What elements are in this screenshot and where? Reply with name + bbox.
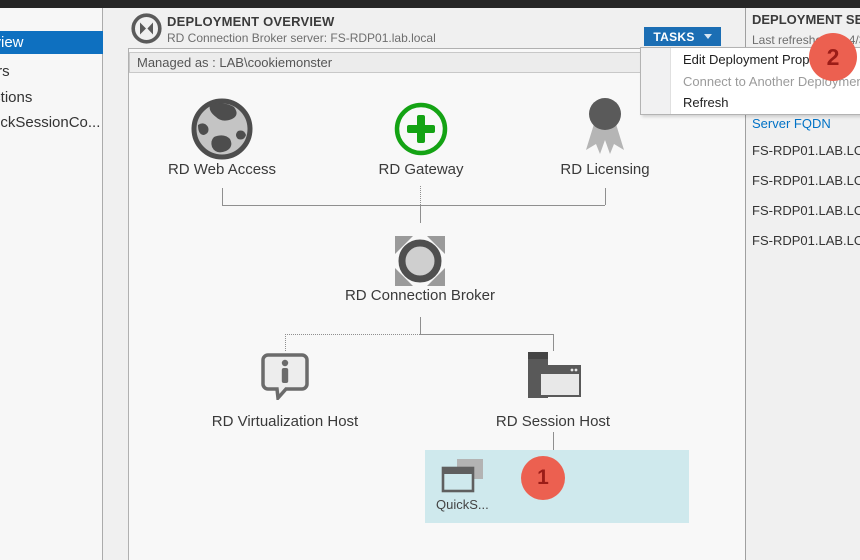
connector (420, 334, 553, 335)
connector (420, 205, 421, 223)
rds-nav-sidebar: Overview Servers Collections QuickSessio… (0, 8, 103, 560)
chevron-down-icon (704, 34, 712, 39)
sidebar-item-servers[interactable]: Servers (0, 62, 103, 82)
server-window-icon[interactable] (526, 352, 582, 400)
menu-item-refresh[interactable]: Refresh (641, 92, 860, 113)
plus-circle-icon[interactable] (393, 101, 449, 157)
node-label-connection-broker: RD Connection Broker (320, 287, 520, 304)
connector (605, 188, 606, 205)
connector-dotted (285, 334, 286, 351)
sidebar-item-collections[interactable]: Collections (0, 88, 103, 108)
server-row[interactable]: FS-RDP01.LAB.LOCAL (752, 143, 860, 158)
broker-icon[interactable] (389, 230, 451, 292)
rds-logo-icon (130, 12, 163, 45)
sidebar-item-quicksessioncollection[interactable]: QuickSessionCo... (0, 113, 103, 133)
page-title: DEPLOYMENT OVERVIEW (167, 14, 335, 29)
collection-label: QuickS... (436, 497, 489, 512)
connector (222, 188, 223, 205)
annotation-badge-1: 1 (521, 456, 565, 500)
annotation-badge-2: 2 (809, 33, 857, 81)
column-header-server-fqdn[interactable]: Server FQDN (752, 116, 831, 131)
node-label-session-host: RD Session Host (453, 413, 653, 430)
collection-windows-icon (441, 459, 487, 497)
connector (222, 205, 605, 206)
connector (553, 432, 554, 450)
node-label-web-access: RD Web Access (142, 161, 302, 178)
deployment-servers-title: DEPLOYMENT SERVERS (752, 12, 860, 27)
connector (553, 334, 554, 351)
certificate-icon[interactable] (580, 96, 630, 158)
server-row[interactable]: FS-RDP01.LAB.LOCAL (752, 233, 860, 248)
node-label-gateway: RD Gateway (341, 161, 501, 178)
node-label-licensing: RD Licensing (525, 161, 685, 178)
node-label-virtualization-host: RD Virtualization Host (185, 413, 385, 430)
connector-dotted (285, 334, 420, 335)
globe-icon[interactable] (190, 97, 254, 161)
server-row[interactable]: FS-RDP01.LAB.LOCAL (752, 203, 860, 218)
server-row[interactable]: FS-RDP01.LAB.LOCAL (752, 173, 860, 188)
page-subtitle: RD Connection Broker server: FS-RDP01.la… (167, 31, 436, 45)
connector-dotted (420, 186, 421, 205)
tasks-button-label: TASKS (653, 30, 694, 44)
info-bubble-icon[interactable] (260, 352, 310, 400)
connector (420, 317, 421, 334)
window-top-strip (0, 0, 860, 8)
sidebar-item-overview[interactable]: Overview (0, 31, 103, 54)
tasks-button[interactable]: TASKS (644, 27, 721, 46)
